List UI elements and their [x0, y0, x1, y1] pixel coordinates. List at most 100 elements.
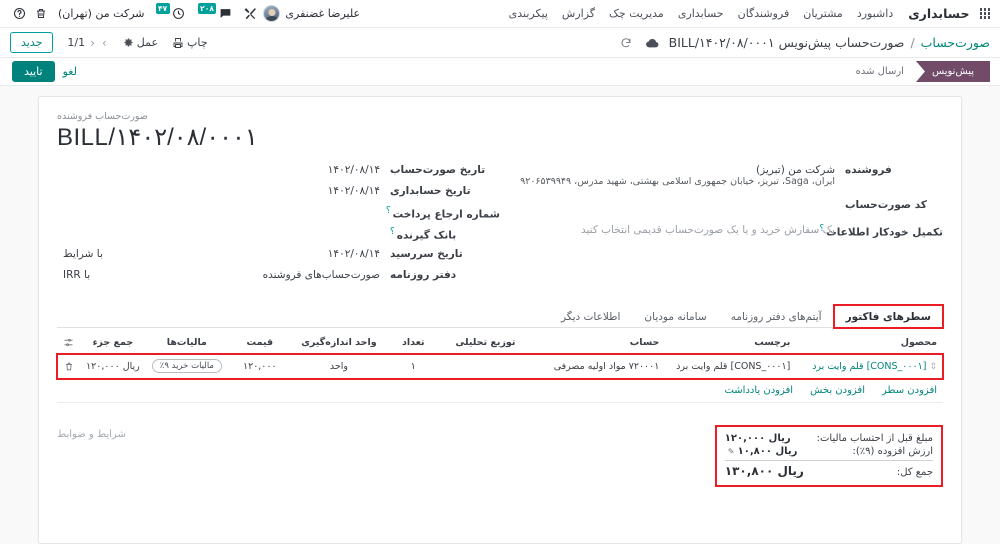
action-button[interactable]: عمل	[117, 34, 164, 51]
pager-next-button[interactable]: ‹	[88, 37, 97, 49]
control-panel-tools: چاپ عمل › ‹ 1/1 جدید	[10, 32, 214, 53]
terms-and-conditions-placeholder[interactable]: شرایط و ضوابط	[57, 425, 130, 440]
field-payment-terms-prefix: با	[96, 248, 103, 260]
document-heading: صورت‌حساب فروشنده BILL/۱۴۰۲/۰۸/۰۰۰۱	[57, 111, 943, 152]
breadcrumb-current-record: صورت‌حساب پیش‌نویس BILL/۱۴۰۲/۰۸/۰۰۰۱	[668, 35, 905, 50]
invoice-lines-table: محصول برچسب حساب توزیع تحلیلی تعداد واحد…	[56, 332, 944, 403]
nav-item-dashboard[interactable]: داشبورد	[850, 0, 900, 28]
app-brand-label[interactable]: حسابداری	[900, 6, 973, 21]
cloud-upload-icon	[645, 38, 659, 48]
messages-chat-icon	[214, 0, 236, 28]
field-payment-reference-label: شماره ارجاع پرداخت؟	[380, 206, 500, 221]
add-note-link[interactable]: افزودن یادداشت	[724, 385, 793, 396]
edit-pencil-icon[interactable]: ✎	[728, 447, 735, 456]
cell-product[interactable]: [CONS_۰۰۰۱] قلم وایت برد	[812, 361, 926, 372]
cell-uom[interactable]: واحد	[291, 353, 387, 379]
field-autocomplete-label: تکمیل خودکار اطلاعات؟	[819, 224, 943, 239]
record-pager: › ‹ 1/1	[67, 36, 108, 49]
field-recipient-bank-label: بانک گیرنده؟	[380, 227, 500, 242]
field-recipient-bank: بانک گیرنده؟	[63, 227, 500, 242]
activities-clock-icon	[168, 0, 190, 28]
breadcrumb-separator: /	[910, 35, 915, 50]
field-payment-terms-label: شرایط	[63, 248, 94, 260]
activities-button[interactable]: ۴۷	[154, 0, 190, 28]
total-untaxed-label: مبلغ قبل از احتساب مالیات:	[816, 433, 933, 444]
pager-previous-button[interactable]: ›	[100, 37, 109, 49]
control-panel-bar: صورت‌حساب / صورت‌حساب پیش‌نویس BILL/۱۴۰۲…	[0, 28, 1000, 58]
cell-tax-tag[interactable]: مالیات خرید ۹٪	[151, 359, 222, 373]
breadcrumb-root-link[interactable]: صورت‌حساب	[921, 35, 990, 50]
tab-invoice-lines[interactable]: سطرهای فاکتور	[832, 304, 945, 329]
cancel-button[interactable]: لغو	[63, 65, 77, 78]
add-lines-row: افزودن سطر افزودن بخش افزودن یادداشت	[57, 378, 943, 403]
field-bill-reference: کد صورت‌حساب	[500, 199, 943, 214]
user-menu[interactable]: علیرضا غضنفری	[261, 5, 366, 22]
help-tooltip-icon-payment[interactable]: ؟	[386, 206, 391, 216]
apps-grid-icon[interactable]	[979, 8, 990, 19]
total-vat-value: ریال ۱۰,۸۰۰	[737, 446, 798, 457]
action-label: عمل	[136, 36, 159, 49]
user-name-label: علیرضا غضنفری	[285, 7, 361, 20]
confirm-button[interactable]: تایید	[12, 61, 55, 82]
field-accounting-date-value[interactable]: ۱۴۰۲/۰۸/۱۴	[63, 185, 380, 197]
new-record-button[interactable]: جدید	[10, 32, 54, 53]
col-uom: واحد اندازه‌گیری	[291, 332, 387, 354]
form-field-columns: فروشنده شرکت من (تبریز) ایران، Saga، تبر…	[57, 164, 943, 290]
statusbar-stages: پیش‌نویس ارسال شده	[844, 61, 990, 83]
col-analytic-distribution: توزیع تحلیلی	[440, 332, 531, 354]
nav-item-configuration[interactable]: پیکربندی	[502, 0, 555, 28]
breadcrumb: صورت‌حساب / صورت‌حساب پیش‌نویس BILL/۱۴۰۲…	[620, 35, 990, 50]
delete-line-icon[interactable]	[63, 361, 74, 372]
tab-taxpayer-system[interactable]: سامانه مودیان	[632, 305, 718, 328]
field-journal-label: دفتر روزنامه	[390, 269, 457, 281]
drag-handle-icon[interactable]: ⇕	[929, 362, 937, 372]
stage-posted[interactable]: ارسال شده	[844, 61, 916, 82]
col-quantity: تعداد	[386, 332, 441, 354]
cell-account[interactable]: ۷۲۰۰۰۱ مواد اولیه مصرفی	[530, 353, 666, 379]
field-autocomplete-placeholder[interactable]: یک سفارش خرید و یا یک صورت‌حساب قدیمی ان…	[500, 224, 835, 236]
field-invoice-date-value[interactable]: ۱۴۰۲/۰۸/۱۴	[63, 164, 380, 176]
navbar-system-tray: علیرضا غضنفری ۲۰۸ ۴۷ شرکت من (تهران)	[8, 0, 366, 28]
field-due-date-label: تاریخ سررسید	[390, 248, 463, 260]
nav-item-vendors[interactable]: فروشندگان	[731, 0, 797, 28]
cell-price[interactable]: ۱۲۰,۰۰۰	[227, 353, 292, 379]
field-journal-value[interactable]: صورت‌حساب‌های فروشنده	[133, 269, 380, 281]
col-account: حساب	[530, 332, 666, 354]
company-switcher[interactable]: شرکت من (تهران)	[52, 7, 151, 20]
field-vendor-value[interactable]: شرکت من (تبریز)	[500, 164, 835, 176]
discard-reload-icon[interactable]	[620, 37, 632, 49]
print-button[interactable]: چاپ	[166, 34, 214, 51]
field-vendor-address: ایران، Saga، تبریز، خیابان جمهوری اسلامی…	[520, 176, 835, 187]
nav-item-reporting[interactable]: گزارش	[555, 0, 602, 28]
nav-item-customers[interactable]: مشتریان	[796, 0, 850, 28]
optional-columns-toggle[interactable]	[57, 332, 81, 354]
stage-draft[interactable]: پیش‌نویس	[915, 61, 990, 82]
field-payment-terms[interactable]: با شرایط	[63, 248, 133, 260]
col-product: محصول	[796, 332, 943, 354]
help-tooltip-icon-bank[interactable]: ؟	[390, 227, 395, 237]
field-due-date-value[interactable]: ۱۴۰۲/۰۸/۱۴	[133, 248, 380, 260]
print-label: چاپ	[187, 36, 208, 49]
field-vendor-label: فروشنده	[845, 164, 892, 176]
add-section-link[interactable]: افزودن بخش	[810, 385, 865, 396]
messages-button[interactable]: ۲۰۸	[196, 0, 237, 28]
table-header-row: محصول برچسب حساب توزیع تحلیلی تعداد واحد…	[57, 332, 943, 354]
add-line-link[interactable]: افزودن سطر	[882, 385, 937, 396]
trash-icon[interactable]	[30, 0, 52, 28]
tab-other-info[interactable]: اطلاعات دیگر	[549, 305, 632, 328]
developer-tools-icon[interactable]	[239, 0, 261, 28]
table-row[interactable]: ⇕ [CONS_۰۰۰۱] قلم وایت برد [CONS_۰۰۰۱] ق…	[56, 352, 944, 380]
cell-analytic-distribution[interactable]	[440, 353, 531, 379]
help-icon[interactable]	[8, 0, 30, 28]
field-currency-value: IRR	[63, 269, 81, 281]
nav-item-accounting[interactable]: حسابداری	[671, 0, 731, 28]
tab-journal-items[interactable]: آیتم‌های دفتر روزنامه	[719, 305, 834, 328]
cell-label[interactable]: [CONS_۰۰۰۱] قلم وایت برد	[665, 353, 797, 379]
cell-quantity[interactable]: ۱	[386, 353, 441, 379]
field-autocomplete: تکمیل خودکار اطلاعات؟ یک سفارش خرید و یا…	[500, 224, 943, 239]
sheet-footer: مبلغ قبل از احتساب مالیات: ریال ۱۲۰,۰۰۰ …	[57, 425, 943, 487]
field-currency[interactable]: با IRR	[63, 269, 133, 281]
messages-count-badge: ۲۰۸	[197, 3, 217, 14]
field-recipient-bank-label-text: بانک گیرنده	[396, 229, 457, 242]
nav-item-check-management[interactable]: مدیریت چک	[602, 0, 671, 28]
